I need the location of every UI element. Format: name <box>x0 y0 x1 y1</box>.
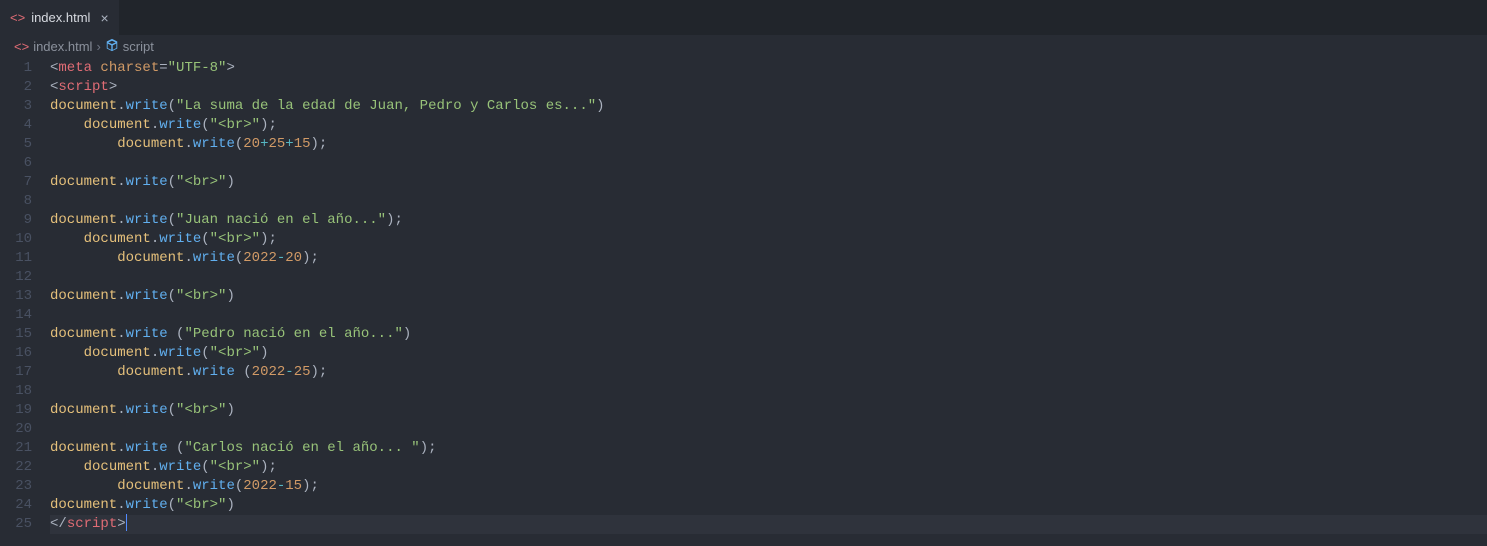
code-line[interactable]: document.write (2022-25); <box>50 363 1487 382</box>
code-line[interactable] <box>50 192 1487 211</box>
code-line[interactable] <box>50 268 1487 287</box>
line-number: 13 <box>0 287 32 306</box>
code-line[interactable]: document.write("<br>") <box>50 401 1487 420</box>
tab-index-html[interactable]: <> index.html × <box>0 0 119 35</box>
code-line[interactable]: </script> <box>50 515 1487 534</box>
line-number: 3 <box>0 97 32 116</box>
line-number: 18 <box>0 382 32 401</box>
line-number: 22 <box>0 458 32 477</box>
code-line[interactable]: document.write("<br>"); <box>50 230 1487 249</box>
code-line[interactable]: document.write(20+25+15); <box>50 135 1487 154</box>
code-line[interactable]: document.write ("Pedro nació en el año..… <box>50 325 1487 344</box>
tab-bar: <> index.html × <box>0 0 1487 35</box>
code-line[interactable]: document.write ("Carlos nació en el año.… <box>50 439 1487 458</box>
code-line[interactable] <box>50 420 1487 439</box>
code-line[interactable] <box>50 306 1487 325</box>
code-line[interactable]: <script> <box>50 78 1487 97</box>
line-number: 6 <box>0 154 32 173</box>
line-number: 25 <box>0 515 32 534</box>
breadcrumb-file[interactable]: index.html <box>33 39 92 54</box>
line-number: 10 <box>0 230 32 249</box>
code-line[interactable]: document.write("La suma de la edad de Ju… <box>50 97 1487 116</box>
line-number: 19 <box>0 401 32 420</box>
line-number-gutter: 1234567891011121314151617181920212223242… <box>0 59 50 534</box>
code-line[interactable]: document.write("<br>") <box>50 173 1487 192</box>
breadcrumb[interactable]: <> index.html › script <box>0 35 1487 57</box>
line-number: 21 <box>0 439 32 458</box>
line-number: 2 <box>0 78 32 97</box>
line-number: 24 <box>0 496 32 515</box>
line-number: 4 <box>0 116 32 135</box>
tab-filename: index.html <box>31 10 90 25</box>
line-number: 14 <box>0 306 32 325</box>
code-line[interactable]: <meta charset="UTF-8"> <box>50 59 1487 78</box>
code-line[interactable]: document.write("<br>") <box>50 344 1487 363</box>
line-number: 23 <box>0 477 32 496</box>
code-editor[interactable]: 1234567891011121314151617181920212223242… <box>0 57 1487 534</box>
code-line[interactable]: document.write("<br>") <box>50 496 1487 515</box>
code-line[interactable] <box>50 382 1487 401</box>
line-number: 9 <box>0 211 32 230</box>
line-number: 12 <box>0 268 32 287</box>
line-number: 5 <box>0 135 32 154</box>
html-file-icon: <> <box>10 10 25 25</box>
code-line[interactable]: document.write(2022-15); <box>50 477 1487 496</box>
code-line[interactable] <box>50 154 1487 173</box>
code-line[interactable]: document.write("Juan nació en el año..."… <box>50 211 1487 230</box>
html-file-icon: <> <box>14 39 29 54</box>
code-line[interactable]: document.write("<br>"); <box>50 458 1487 477</box>
code-line[interactable]: document.write("<br>") <box>50 287 1487 306</box>
code-line[interactable]: document.write("<br>"); <box>50 116 1487 135</box>
breadcrumb-symbol[interactable]: script <box>123 39 154 54</box>
line-number: 15 <box>0 325 32 344</box>
line-number: 17 <box>0 363 32 382</box>
line-number: 16 <box>0 344 32 363</box>
line-number: 7 <box>0 173 32 192</box>
code-line[interactable]: document.write(2022-20); <box>50 249 1487 268</box>
close-icon[interactable]: × <box>100 10 108 26</box>
chevron-right-icon: › <box>96 39 100 54</box>
line-number: 8 <box>0 192 32 211</box>
text-cursor <box>126 514 127 531</box>
symbol-icon <box>105 38 119 55</box>
line-number: 20 <box>0 420 32 439</box>
line-number: 1 <box>0 59 32 78</box>
line-number: 11 <box>0 249 32 268</box>
code-content[interactable]: <meta charset="UTF-8"> <script> document… <box>50 59 1487 534</box>
